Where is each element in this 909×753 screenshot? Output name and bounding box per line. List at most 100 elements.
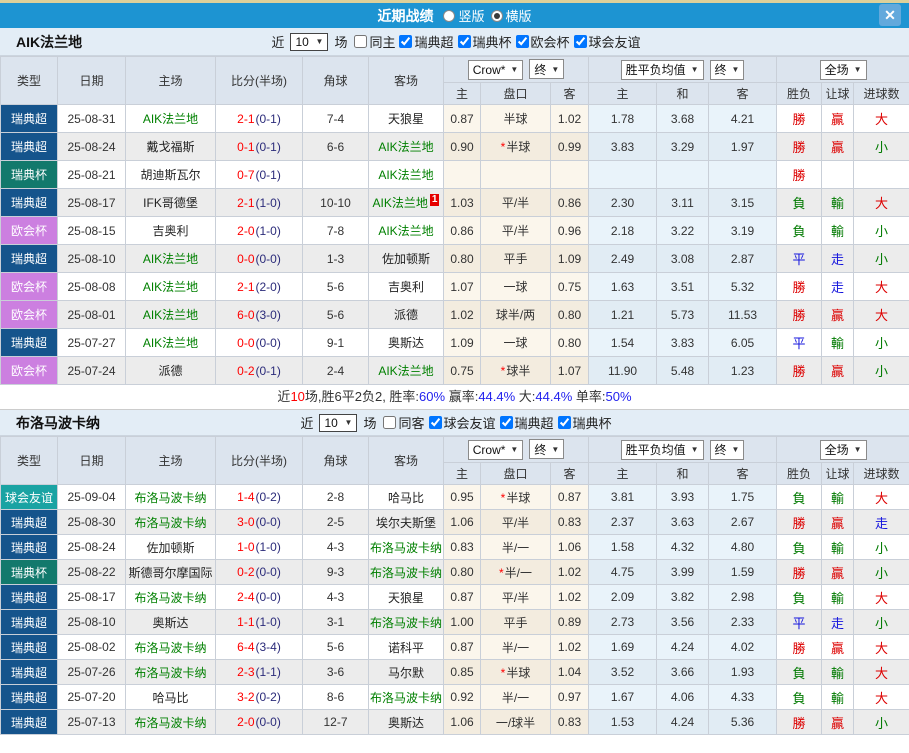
filter-checkbox-球会友谊[interactable]: 球会友谊 [428,413,496,432]
bookmaker-select[interactable]: Crow* ▼ [467,439,524,460]
home-team[interactable]: 胡迪斯瓦尔 [125,160,216,189]
radio-icon[interactable] [443,9,456,22]
full-time-score: 0-2 [237,565,255,579]
bookmaker-select[interactable]: Crow* ▼ [467,59,524,80]
checkbox-input[interactable] [383,416,397,429]
checkbox-input[interactable] [354,35,368,48]
home-team[interactable]: 布洛马波卡纳 [125,484,216,510]
handicap-line: 平/半 [480,188,551,217]
home-team[interactable]: 哈马比 [125,684,216,710]
away-team[interactable]: 佐加顿斯 [368,244,444,273]
match-count-select[interactable]: 10 ▼ [319,413,358,432]
away-team-name: 天狼星 [387,590,424,605]
home-team[interactable]: 吉奥利 [125,216,216,245]
checkbox-input[interactable] [457,35,471,48]
checkbox-input[interactable] [557,416,571,429]
score-cell: 2-3(1-1) [215,659,303,685]
odds-average-select[interactable]: 胜平负均值 ▼ [620,439,704,460]
bookmaker-time-select[interactable]: 终 ▼ [529,59,565,80]
away-team[interactable]: 诺科平 [368,634,444,660]
radio-icon[interactable] [490,9,503,22]
filter-checkbox-瑞典超[interactable]: 瑞典超 [399,32,454,51]
europe-away-odds: 2.67 [708,509,778,535]
bookmaker-time-select[interactable]: 终 ▼ [529,439,565,460]
away-team[interactable]: 布洛马波卡纳 [368,559,444,585]
handicap-away-odds: 1.02 [549,634,590,660]
handicap-line: 半球 [480,104,551,133]
orientation-radio-竖版[interactable]: 竖版 [443,6,485,25]
away-team-name: 马尔默 [387,665,424,680]
filter-checkbox-球会友谊[interactable]: 球会友谊 [573,32,641,51]
home-team[interactable]: 布洛马波卡纳 [125,659,216,685]
away-team[interactable]: 奥斯达 [368,709,444,735]
scope-select[interactable]: 全场 ▼ [819,59,867,80]
home-team[interactable]: 布洛马波卡纳 [125,584,216,610]
half-time-score: (0-0) [255,565,281,579]
home-team[interactable]: 奥斯达 [125,609,216,635]
match-date: 25-08-17 [57,188,126,217]
away-team[interactable]: 布洛马波卡纳 [368,684,444,710]
filters: 近 10 ▼ 场 同客 球会友谊 瑞典超 瑞典杯 [297,413,612,432]
home-team[interactable]: AIK法兰地 [125,104,216,133]
home-team[interactable]: 派德 [125,356,216,385]
half-time-score: (1-0) [255,223,281,238]
filter-checkbox-同主[interactable]: 同主 [354,32,395,51]
away-team[interactable]: 奥斯达 [368,328,444,357]
checkbox-input[interactable] [499,416,513,429]
europe-away-odds: 1.93 [708,659,778,685]
checkbox-input[interactable] [428,416,442,429]
away-team[interactable]: 埃尔夫斯堡 [368,509,444,535]
away-team[interactable]: 吉奥利 [368,272,444,301]
away-team[interactable]: AIK法兰地 [368,132,444,161]
dropdown-group-header: 全场 ▼ [776,56,909,83]
away-team[interactable]: 派德 [368,300,444,329]
away-team[interactable]: 天狼星 [368,104,444,133]
filter-checkbox-同客[interactable]: 同客 [383,413,425,432]
filter-checkbox-瑞典杯[interactable]: 瑞典杯 [457,32,512,51]
dropdown-value: 终 [534,62,547,77]
scope-select[interactable]: 全场 ▼ [819,439,867,460]
away-team[interactable]: AIK法兰地 [368,356,444,385]
filter-checkbox-瑞典超[interactable]: 瑞典超 [499,413,554,432]
away-team[interactable]: 布洛马波卡纳 [368,534,444,560]
odds-time-select[interactable]: 终 ▼ [709,59,745,80]
home-team[interactable]: 戴戈福斯 [125,132,216,161]
home-team[interactable]: 布洛马波卡纳 [125,509,216,535]
checkbox-input[interactable] [573,35,587,48]
home-team[interactable]: IFK哥德堡 [125,188,216,217]
orientation-radio-横版[interactable]: 横版 [490,6,532,25]
home-team[interactable]: 布洛马波卡纳 [125,709,216,735]
home-team[interactable]: AIK法兰地 [125,328,216,357]
away-team[interactable]: AIK法兰地 [368,216,444,245]
away-team-name: 奥斯达 [387,715,424,730]
home-team[interactable]: 佐加顿斯 [125,534,216,560]
dropdown-value: 终 [534,442,547,457]
europe-home-odds: 1.21 [588,300,658,329]
home-team[interactable]: 布洛马波卡纳 [125,634,216,660]
filter-checkbox-瑞典杯[interactable]: 瑞典杯 [557,413,612,432]
handicap-away-odds: 1.07 [549,356,590,385]
filter-checkbox-欧会杯[interactable]: 欧会杯 [515,32,570,51]
away-team[interactable]: 布洛马波卡纳 [368,609,444,635]
half-time-score: (3-0) [255,307,281,322]
home-team[interactable]: AIK法兰地 [125,272,216,301]
competition-type-badge: 欧会杯 [0,216,58,245]
checkbox-input[interactable] [515,35,529,48]
away-team[interactable]: AIK法兰地 1 [368,188,444,217]
handicap-home-odds: 1.03 [443,188,481,217]
filter-checkboxes: 同主 瑞典超 瑞典杯 欧会杯 球会友谊 [350,32,641,51]
odds-average-select[interactable]: 胜平负均值 ▼ [620,59,704,80]
home-team[interactable]: AIK法兰地 [125,300,216,329]
odds-time-select[interactable]: 终 ▼ [709,439,745,460]
away-team[interactable]: AIK法兰地 [368,160,444,189]
europe-draw-odds: 4.06 [656,684,710,710]
close-button[interactable]: ✕ [879,4,901,26]
away-team[interactable]: 马尔默 [368,659,444,685]
checkbox-input[interactable] [399,35,413,48]
home-team[interactable]: 斯德哥尔摩国际 [125,559,216,585]
away-team[interactable]: 天狼星 [368,584,444,610]
handicap-home-odds: 0.92 [443,684,481,710]
match-count-select[interactable]: 10 ▼ [290,32,329,51]
away-team[interactable]: 哈马比 [368,484,444,510]
home-team[interactable]: AIK法兰地 [125,244,216,273]
